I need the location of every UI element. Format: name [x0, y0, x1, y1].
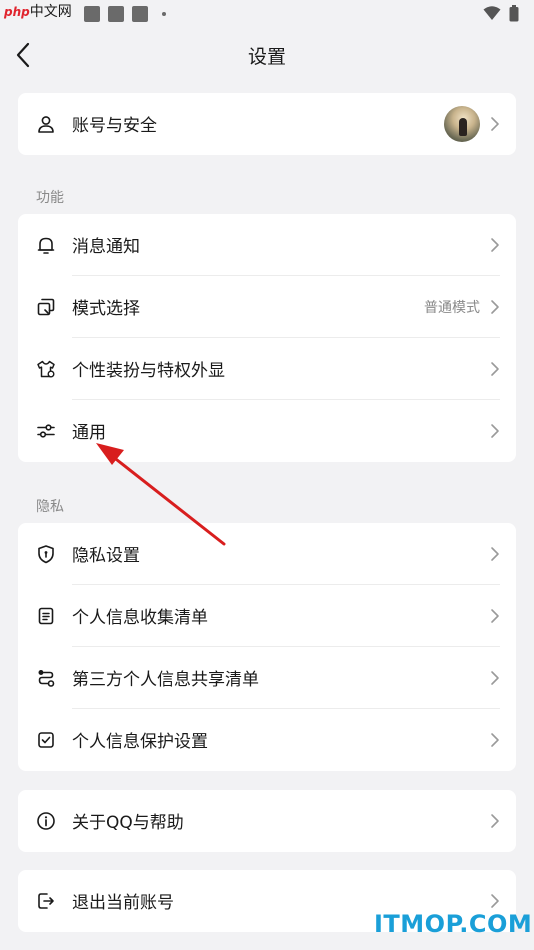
chevron-right-icon [491, 733, 499, 747]
wifi-icon [483, 6, 501, 20]
account-security-item[interactable]: 账号与安全 [18, 93, 516, 155]
shield-icon [38, 545, 54, 564]
watermark-logo: php中文网 [4, 4, 72, 20]
account-security-label: 账号与安全 [72, 116, 157, 136]
chevron-right-icon [491, 894, 499, 908]
more-notifications-icon [162, 12, 166, 16]
avatar [444, 106, 480, 142]
personalization-item[interactable]: 个性装扮与特权外显 [18, 338, 516, 400]
mode-selection-label: 模式选择 [72, 299, 140, 319]
top-navigation-bar: 设置 [0, 28, 534, 82]
notification-icon [84, 6, 100, 22]
notification-icon [108, 6, 124, 22]
chevron-right-icon [491, 117, 499, 131]
checkbox-icon [38, 732, 54, 748]
about-card: 关于QQ与帮助 [18, 790, 516, 852]
account-card: 账号与安全 [18, 93, 516, 155]
general-item[interactable]: 通用 [18, 400, 516, 462]
chevron-right-icon [491, 609, 499, 623]
about-help-item[interactable]: 关于QQ与帮助 [18, 790, 516, 852]
logout-icon [38, 893, 54, 909]
watermark-text: ITMOP.COM [374, 910, 533, 938]
notification-icon [132, 6, 148, 22]
section-header-features: 功能 [36, 190, 64, 206]
privacy-settings-item[interactable]: 隐私设置 [18, 523, 516, 585]
tshirt-icon [37, 360, 55, 378]
logout-label: 退出当前账号 [72, 893, 174, 913]
mode-selection-item[interactable]: 模式选择 普通模式 [18, 276, 516, 338]
chevron-right-icon [491, 424, 499, 438]
status-bar: php中文网 [0, 0, 534, 28]
section-header-privacy: 隐私 [36, 499, 64, 515]
privacy-card: 隐私设置 个人信息收集清单 第三方个人信息共享清单 个人信息保护设置 [18, 523, 516, 771]
third-party-sharing-label: 第三方个人信息共享清单 [72, 670, 259, 690]
notifications-item[interactable]: 消息通知 [18, 214, 516, 276]
person-icon [38, 116, 54, 133]
features-card: 消息通知 模式选择 普通模式 个性装扮与特权外显 通用 [18, 214, 516, 462]
third-party-sharing-item[interactable]: 第三方个人信息共享清单 [18, 647, 516, 709]
share-nodes-icon [38, 670, 55, 687]
info-protection-item[interactable]: 个人信息保护设置 [18, 709, 516, 771]
privacy-settings-label: 隐私设置 [72, 546, 140, 566]
personalization-label: 个性装扮与特权外显 [72, 361, 225, 381]
info-protection-label: 个人信息保护设置 [72, 732, 208, 752]
document-list-icon [38, 607, 54, 625]
info-collection-label: 个人信息收集清单 [72, 608, 208, 628]
bell-icon [37, 237, 55, 254]
chevron-right-icon [491, 671, 499, 685]
info-collection-item[interactable]: 个人信息收集清单 [18, 585, 516, 647]
notifications-label: 消息通知 [72, 237, 140, 257]
chevron-right-icon [491, 238, 499, 252]
info-icon [37, 812, 55, 830]
general-label: 通用 [72, 423, 106, 443]
mode-icon [37, 298, 55, 316]
page-title: 设置 [247, 46, 286, 68]
battery-icon [509, 5, 519, 22]
chevron-right-icon [491, 362, 499, 376]
about-help-label: 关于QQ与帮助 [72, 813, 184, 833]
chevron-right-icon [491, 547, 499, 561]
sliders-icon [37, 424, 55, 438]
chevron-right-icon [491, 300, 499, 314]
chevron-right-icon [491, 814, 499, 828]
mode-current-value: 普通模式 [424, 300, 480, 316]
